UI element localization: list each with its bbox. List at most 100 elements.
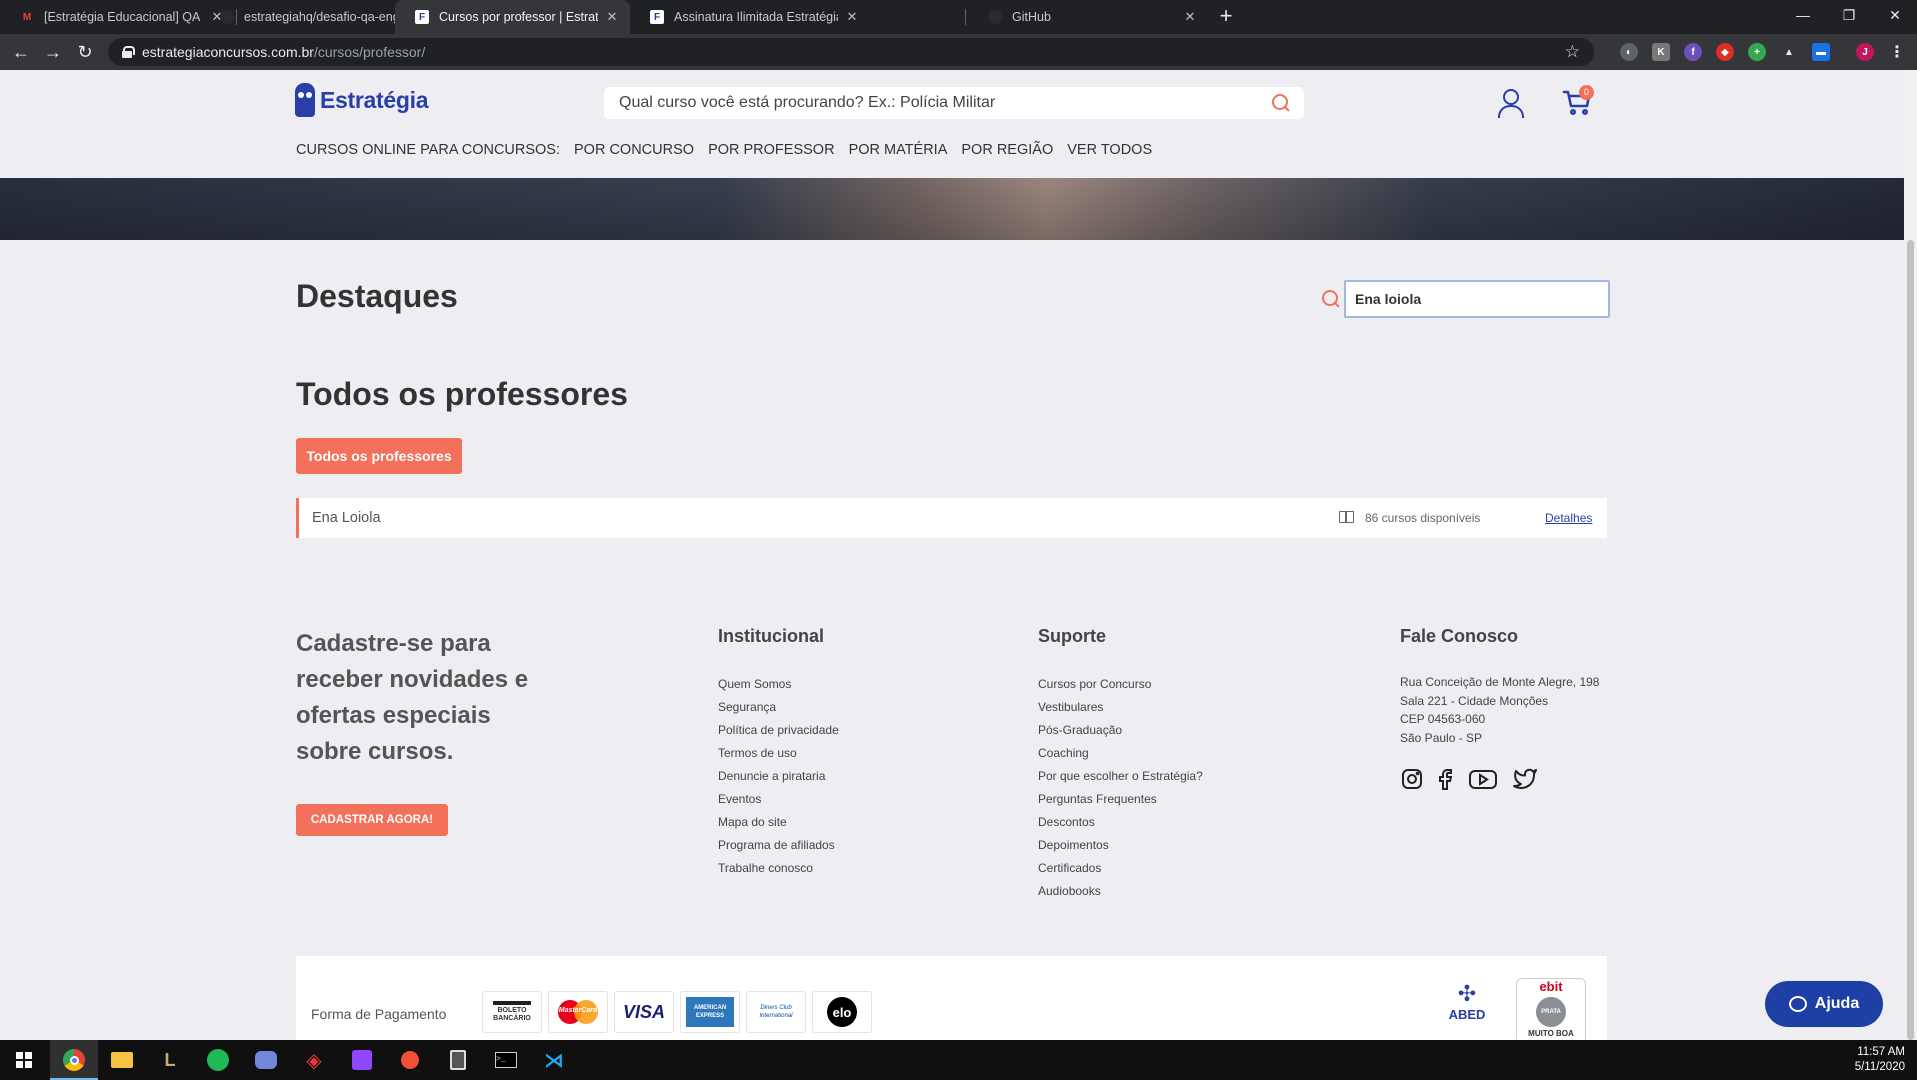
course-search-input[interactable] bbox=[619, 94, 1270, 112]
league-icon[interactable]: L bbox=[146, 1040, 194, 1080]
window-close-icon[interactable]: ✕ bbox=[1872, 0, 1917, 30]
scrollbar-thumb[interactable] bbox=[1907, 240, 1914, 1040]
footer-link[interactable]: Depoimentos bbox=[1038, 834, 1203, 857]
footer-link[interactable]: Termos de uso bbox=[718, 742, 839, 765]
vscode-icon[interactable]: ⋊ bbox=[530, 1040, 578, 1080]
nav-por-concurso[interactable]: POR CONCURSO bbox=[574, 142, 694, 158]
footer-link[interactable]: Pós-Graduação bbox=[1038, 719, 1203, 742]
boleto-icon: BOLETO BANCÁRIO bbox=[482, 991, 542, 1033]
instagram-icon[interactable] bbox=[1400, 767, 1424, 796]
facebook-icon[interactable] bbox=[1436, 767, 1456, 796]
nav-por-regiao[interactable]: POR REGIÃO bbox=[961, 142, 1053, 158]
youtube-icon[interactable] bbox=[1468, 767, 1498, 796]
course-count: 86 cursos disponíveis bbox=[1365, 511, 1481, 525]
system-clock[interactable]: 11:57 AM 5/11/2020 bbox=[1855, 1045, 1905, 1075]
site-logo[interactable]: Estratégia bbox=[295, 83, 429, 117]
profile-avatar[interactable]: J bbox=[1856, 43, 1874, 61]
footer-link[interactable]: Por que escolher o Estratégia? bbox=[1038, 765, 1203, 788]
extension-icon[interactable]: ▬ bbox=[1812, 43, 1830, 61]
abed-seal: ✣ ABED bbox=[1432, 981, 1502, 1040]
bookmark-star-icon[interactable]: ☆ bbox=[1565, 42, 1580, 62]
professor-search bbox=[1320, 280, 1610, 318]
tab-title: estrategiahq/desafio-qa-enginee bbox=[244, 10, 403, 24]
nav-ver-todos[interactable]: VER TODOS bbox=[1067, 142, 1152, 158]
minimize-icon[interactable]: — bbox=[1780, 0, 1826, 30]
calculator-icon[interactable] bbox=[434, 1040, 482, 1080]
visa-icon: VISA bbox=[614, 991, 674, 1033]
highlights-title: Destaques bbox=[296, 278, 458, 314]
extension-icon[interactable]: ◆ bbox=[1716, 43, 1734, 61]
footer-link[interactable]: Eventos bbox=[718, 788, 839, 811]
all-professors-filter-button[interactable]: Todos os professores bbox=[296, 438, 462, 474]
app-red-icon[interactable]: ◈ bbox=[290, 1040, 338, 1080]
windows-start-icon[interactable] bbox=[0, 1040, 48, 1080]
address-bar[interactable]: estrategiaconcursos.com.br/cursos/profes… bbox=[108, 38, 1594, 66]
footer-link[interactable]: Segurança bbox=[718, 696, 839, 719]
elo-icon: elo bbox=[812, 991, 872, 1033]
footer-link[interactable]: Vestibulares bbox=[1038, 696, 1203, 719]
close-icon[interactable]: ✕ bbox=[1182, 9, 1198, 25]
new-tab-button[interactable]: + bbox=[1212, 4, 1240, 30]
gmail-icon: M bbox=[22, 11, 32, 23]
professor-result-row[interactable]: Ena Loiola 86 cursos disponíveis Detalhe… bbox=[296, 498, 1607, 538]
browser-tab-github[interactable]: GitHub ✕ bbox=[968, 0, 1208, 34]
signup-button[interactable]: CADASTRAR AGORA! bbox=[296, 804, 448, 836]
footer-link[interactable]: Política de privacidade bbox=[718, 719, 839, 742]
footer-link[interactable]: Perguntas Frequentes bbox=[1038, 788, 1203, 811]
page-scrollbar[interactable] bbox=[1904, 70, 1917, 1040]
footer-link[interactable]: Mapa do site bbox=[718, 811, 839, 834]
extension-icon[interactable]: + bbox=[1748, 43, 1766, 61]
twitch-icon[interactable] bbox=[338, 1040, 386, 1080]
browser-tab-bar: M [Estratégia Educacional] QA Engi ✕ est… bbox=[0, 0, 1917, 34]
details-link[interactable]: Detalhes bbox=[1545, 511, 1592, 525]
browser-tab-cursos-professor[interactable]: F Cursos por professor | Estratégia ✕ bbox=[395, 0, 630, 34]
reload-icon[interactable]: ↻ bbox=[74, 41, 96, 63]
footer-link[interactable]: Programa de afiliados bbox=[718, 834, 839, 857]
menu-kebab-icon[interactable]: ⋮ bbox=[1888, 43, 1906, 61]
footer-link[interactable]: Certificados bbox=[1038, 857, 1203, 880]
extension-icon[interactable]: K bbox=[1652, 43, 1670, 61]
footer-link[interactable]: Coaching bbox=[1038, 742, 1203, 765]
github-icon bbox=[988, 10, 1002, 24]
browser-tab-assinatura[interactable]: F Assinatura Ilimitada Estratégia 1 ✕ bbox=[630, 0, 870, 34]
forward-icon[interactable]: → bbox=[42, 41, 64, 63]
browser-toolbar: ← → ↻ estrategiaconcursos.com.br/cursos/… bbox=[0, 34, 1917, 70]
twitter-icon[interactable] bbox=[1510, 767, 1538, 796]
clock-date: 5/11/2020 bbox=[1854, 1061, 1905, 1073]
extension-icon[interactable]: f bbox=[1684, 43, 1702, 61]
file-explorer-icon[interactable] bbox=[98, 1040, 146, 1080]
footer-link[interactable]: Quem Somos bbox=[718, 673, 839, 696]
close-icon[interactable]: ✕ bbox=[844, 9, 860, 25]
search-icon[interactable] bbox=[1270, 92, 1292, 114]
user-account-icon[interactable] bbox=[1496, 88, 1524, 118]
professor-search-input[interactable] bbox=[1344, 280, 1610, 318]
footer-contato: Fale Conosco Rua Conceição de Monte Aleg… bbox=[1400, 626, 1599, 796]
discord-icon[interactable] bbox=[242, 1040, 290, 1080]
lock-icon bbox=[122, 46, 135, 58]
help-chat-button[interactable]: Ajuda bbox=[1765, 981, 1883, 1027]
site-header: Estratégia 0 CURSOS ONLINE PARA CONCURSO… bbox=[0, 70, 1904, 178]
git-icon[interactable] bbox=[386, 1040, 434, 1080]
chrome-icon[interactable] bbox=[50, 1040, 98, 1080]
spotify-icon[interactable] bbox=[194, 1040, 242, 1080]
terminal-icon[interactable]: >_ bbox=[482, 1040, 530, 1080]
tab-title: Assinatura Ilimitada Estratégia 1 bbox=[674, 10, 838, 24]
footer-link[interactable]: Descontos bbox=[1038, 811, 1203, 834]
page-viewport: Estratégia 0 CURSOS ONLINE PARA CONCURSO… bbox=[0, 70, 1904, 1040]
abed-emblem-icon: ✣ bbox=[1457, 981, 1477, 1006]
nav-por-materia[interactable]: POR MATÉRIA bbox=[849, 142, 948, 158]
footer-heading: Fale Conosco bbox=[1400, 626, 1519, 646]
tab-title: Cursos por professor | Estratégia bbox=[439, 10, 598, 24]
restore-icon[interactable]: ❐ bbox=[1826, 0, 1872, 30]
close-icon[interactable]: ✕ bbox=[604, 9, 620, 25]
footer-link[interactable]: Trabalhe conosco bbox=[718, 857, 839, 880]
payment-methods-box: Forma de Pagamento BOLETO BANCÁRIO Maste… bbox=[296, 956, 1607, 1040]
nav-por-professor[interactable]: POR PROFESSOR bbox=[708, 142, 835, 158]
extension-icon[interactable]: ▲ bbox=[1780, 43, 1798, 61]
footer-link[interactable]: Audiobooks bbox=[1038, 880, 1203, 903]
footer-link[interactable]: Denuncie a pirataria bbox=[718, 765, 839, 788]
elo-label: elo bbox=[827, 997, 857, 1027]
footer-link[interactable]: Cursos por Concurso bbox=[1038, 673, 1203, 696]
extension-icon[interactable]: ◐ bbox=[1620, 43, 1638, 61]
back-icon[interactable]: ← bbox=[10, 41, 32, 63]
